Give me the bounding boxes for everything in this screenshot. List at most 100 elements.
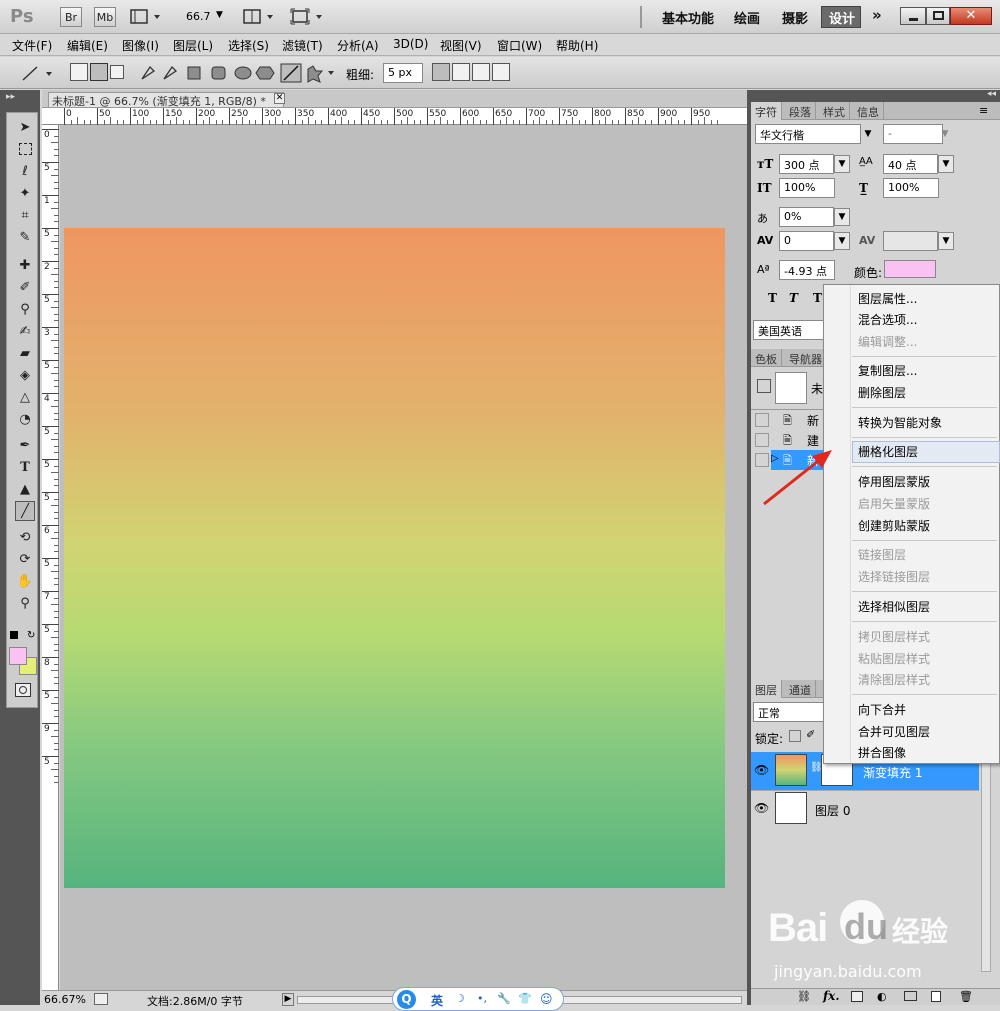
brush-tool-icon[interactable]: ✐	[15, 277, 35, 297]
status-preview-icon[interactable]	[94, 993, 108, 1005]
eyedropper-tool-icon[interactable]: ✎	[15, 227, 35, 247]
kerning-chevron-icon[interactable]: ▼	[834, 232, 850, 250]
layer-name[interactable]: 图层 0	[815, 802, 850, 819]
vertical-scale-input[interactable]: 100%	[779, 178, 835, 198]
leading-chevron-icon[interactable]: ▼	[938, 155, 954, 173]
menu-select[interactable]: 选择(S)	[228, 37, 269, 54]
tab-character[interactable]: 字符	[751, 102, 782, 120]
text-color-swatch[interactable]	[884, 260, 936, 278]
faux-italic-button[interactable]: T	[789, 291, 798, 305]
status-zoom[interactable]: 66.67%	[44, 993, 86, 1006]
ime-tools-icon[interactable]: 🔧	[497, 992, 511, 1005]
snapshot-thumbnail[interactable]	[775, 372, 807, 404]
path-combine-button[interactable]	[432, 63, 450, 81]
paint-bucket-tool-icon[interactable]: ◈	[15, 365, 35, 385]
workspace-painting[interactable]: 绘画	[734, 8, 760, 27]
weight-input[interactable]: 5 px	[383, 63, 423, 83]
menu-image[interactable]: 图像(I)	[122, 37, 159, 54]
tab-layers[interactable]: 图层	[751, 680, 782, 698]
leading-input[interactable]: 40 点	[883, 154, 938, 174]
language-select[interactable]: 美国英语	[753, 320, 833, 340]
lock-transparency-icon[interactable]	[789, 730, 801, 742]
bridge-button[interactable]: Br	[60, 7, 82, 27]
screen-mode-dropdown[interactable]	[290, 8, 324, 26]
menu-view[interactable]: 视图(V)	[440, 37, 482, 54]
close-button[interactable]: ✕	[950, 7, 992, 25]
menu-item-merge-down[interactable]: 向下合并	[858, 700, 906, 720]
tab-channels[interactable]: 通道	[785, 680, 816, 698]
horizontal-scale-input[interactable]: 100%	[883, 178, 939, 198]
tsume-input[interactable]: 0%	[779, 207, 834, 227]
menu-item-create-clipping-mask[interactable]: 创建剪贴蒙版	[858, 516, 930, 536]
quick-mask-icon[interactable]	[15, 683, 31, 697]
eraser-tool-icon[interactable]: ▰	[15, 343, 35, 363]
font-family-chevron-icon[interactable]: ▼	[860, 125, 876, 143]
shape-tools-group[interactable]	[136, 63, 336, 83]
collapse-panels-icon[interactable]: ◂◂	[987, 89, 996, 99]
zoom-level[interactable]: 66.7	[186, 10, 211, 23]
menu-item-select-similar-layers[interactable]: 选择相似图层	[858, 597, 930, 617]
dodge-tool-icon[interactable]: ◔	[15, 409, 35, 429]
ime-emoji-icon[interactable]: ☺	[540, 992, 553, 1006]
swap-colors-icon[interactable]: ↻	[27, 630, 35, 641]
menu-item-convert-smart-object[interactable]: 转换为智能对象	[858, 413, 942, 433]
menu-3d[interactable]: 3D(D)	[393, 37, 428, 51]
view-extras-dropdown[interactable]	[130, 8, 162, 26]
menu-item-blending-options[interactable]: 混合选项...	[858, 310, 917, 330]
menu-edit[interactable]: 编辑(E)	[67, 37, 108, 54]
history-checkbox[interactable]	[755, 413, 769, 427]
ime-logo-icon[interactable]: Q	[397, 990, 416, 1009]
menu-item-flatten-image[interactable]: 拼合图像	[858, 743, 906, 763]
menu-item-rasterize-layer[interactable]: 栅格化图层	[858, 442, 918, 462]
ime-punctuation-icon[interactable]: •,	[477, 992, 487, 1005]
default-colors-icon[interactable]	[10, 631, 18, 639]
baseline-shift-input[interactable]: -4.93 点	[779, 260, 835, 280]
more-workspaces-icon[interactable]: »	[872, 6, 882, 24]
3d-orbit-tool-icon[interactable]: ⟳	[15, 549, 35, 569]
workspace-photography[interactable]: 摄影	[782, 8, 808, 27]
type-tool-icon[interactable]: T	[15, 457, 35, 477]
panel-menu-icon[interactable]: ≡	[979, 104, 988, 117]
menu-item-disable-layer-mask[interactable]: 停用图层蒙版	[858, 472, 930, 492]
tracking-input[interactable]	[883, 231, 938, 251]
history-brush-source-icon[interactable]	[757, 379, 771, 393]
tool-preset-picker[interactable]	[20, 64, 54, 82]
visibility-eye-icon[interactable]: 👁	[754, 801, 769, 815]
workspace-essentials[interactable]: 基本功能	[662, 8, 714, 27]
ime-halfwidth-icon[interactable]: ☽	[455, 992, 465, 1005]
close-document-icon[interactable]: ✕	[274, 93, 285, 104]
blend-mode-select[interactable]: 正常	[753, 702, 828, 722]
tracking-chevron-icon[interactable]: ▼	[938, 232, 954, 250]
lock-pixels-icon[interactable]: ✐	[806, 728, 815, 741]
maximize-button[interactable]	[926, 7, 950, 25]
menu-filter[interactable]: 滤镜(T)	[282, 37, 323, 54]
paths-button[interactable]	[90, 63, 108, 81]
arrange-documents-dropdown[interactable]	[243, 8, 275, 26]
3d-rotate-tool-icon[interactable]: ⟲	[15, 527, 35, 547]
path-subtract-button[interactable]	[452, 63, 470, 81]
blur-tool-icon[interactable]: △	[15, 387, 35, 407]
pen-tool-icon[interactable]: ✒	[15, 435, 35, 455]
menu-help[interactable]: 帮助(H)	[556, 37, 598, 54]
marquee-tool-icon[interactable]	[15, 139, 35, 159]
minimize-button[interactable]	[900, 7, 926, 25]
fill-pixels-button[interactable]	[110, 65, 124, 79]
line-tool-icon[interactable]: ╱	[15, 501, 35, 521]
font-style-chevron-icon[interactable]: ▼	[937, 125, 953, 143]
status-menu-arrow-icon[interactable]: ▶	[282, 993, 294, 1006]
menu-layer[interactable]: 图层(L)	[173, 37, 213, 54]
menu-file[interactable]: 文件(F)	[12, 37, 52, 54]
menu-window[interactable]: 窗口(W)	[497, 37, 542, 54]
menu-item-merge-visible[interactable]: 合并可见图层	[858, 722, 930, 742]
clone-stamp-tool-icon[interactable]: ⚲	[15, 299, 35, 319]
tab-navigator[interactable]: 导航器	[785, 349, 827, 367]
tsume-chevron-icon[interactable]: ▼	[834, 208, 850, 226]
kerning-input[interactable]: 0	[779, 231, 834, 251]
collapse-toolbox-icon[interactable]: ▸▸	[6, 92, 15, 102]
tab-paragraph[interactable]: 段落	[785, 102, 816, 120]
font-family-select[interactable]: 华文行楷	[755, 124, 861, 144]
menu-item-delete-layer[interactable]: 删除图层	[858, 383, 906, 403]
visibility-eye-icon[interactable]: 👁	[754, 763, 769, 777]
quick-selection-tool-icon[interactable]: ✦	[15, 183, 35, 203]
path-exclude-button[interactable]	[492, 63, 510, 81]
